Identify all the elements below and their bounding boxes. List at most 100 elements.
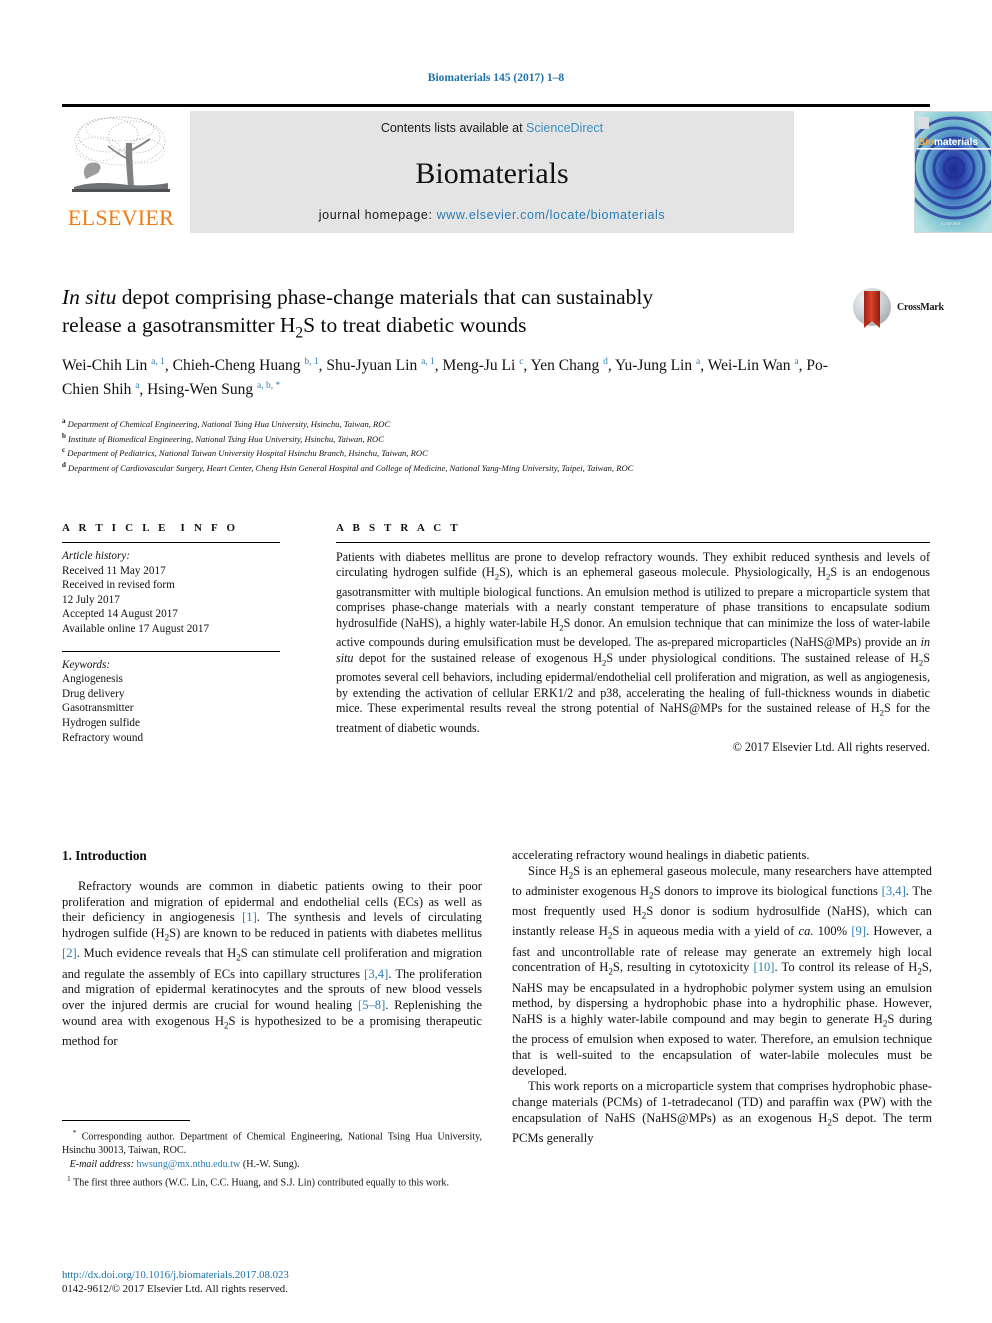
author-name: Yu-Jung Lin a xyxy=(615,357,701,375)
journal-homepage-link[interactable]: www.elsevier.com/locate/biomaterials xyxy=(437,208,666,222)
title-block: In situ depot comprising phase-change ma… xyxy=(62,283,842,347)
footnote-corresponding-author: * Corresponding author. Department of Ch… xyxy=(62,1128,482,1156)
affiliation-marker: b xyxy=(62,431,66,440)
journal-cover-thumbnail: Bio materials ELSEVIER xyxy=(914,111,992,233)
abstract-text: Patients with diabetes mellitus are pron… xyxy=(336,550,930,735)
elsevier-wordmark: ELSEVIER xyxy=(67,205,175,230)
author-name: Yen Chang d xyxy=(530,357,608,375)
affiliation-item: b Institute of Biomedical Engineering, N… xyxy=(62,431,384,444)
affiliation-marker: d xyxy=(62,460,66,469)
crossmark-ribbon-icon xyxy=(864,291,880,328)
affiliation-marker: a xyxy=(62,417,66,425)
sciencedirect-banner: Contents lists available at ScienceDirec… xyxy=(190,111,794,233)
footnote-rule xyxy=(62,1120,190,1121)
author-affiliation-marker: d xyxy=(603,357,608,367)
author-affiliation-marker: a xyxy=(794,357,799,367)
email-address-link[interactable]: hwsung@mx.nthu.edu.tw xyxy=(137,1159,241,1170)
keywords-rule xyxy=(62,650,280,652)
copyright-line: © 2017 Elsevier Ltd. All rights reserved… xyxy=(732,739,930,754)
affiliation-item: c Department of Pediatrics, National Tai… xyxy=(62,446,428,459)
abstract-heading: A B S T R A C T xyxy=(336,522,461,534)
body-paragraph: This work reports on a microparticle sys… xyxy=(512,1079,932,1145)
body-paragraph: Refractory wounds are common in diabetic… xyxy=(62,879,482,1048)
keywords-lines: Angiogenesis Drug delivery Gasotransmitter… xyxy=(62,673,143,743)
keywords-block: Keywords: Angiogenesis Drug delivery Gasot… xyxy=(62,658,280,746)
author-affiliation-marker: a, 1 xyxy=(421,357,435,367)
title-subscript: 2 xyxy=(295,324,304,342)
author-name: Shu-Jyuan Lin a, 1 xyxy=(326,357,435,375)
title-line2-pre: release a gasotransmitter H xyxy=(62,313,296,337)
section-heading-introduction: 1. Introduction xyxy=(62,848,147,863)
author-name: Chieh-Cheng Huang b, 1 xyxy=(172,357,319,375)
author-affiliation-marker: a, b, * xyxy=(257,381,281,392)
svg-text:materials: materials xyxy=(934,137,978,148)
title-rest-line1: depot comprising phase-change materials … xyxy=(116,285,654,309)
running-head: Biomaterials 145 (2017) 1–8 xyxy=(427,72,565,84)
affiliation-item: d Department of Cardiovascular Surgery, … xyxy=(62,460,634,473)
body-paragraph: accelerating refractory wound healings i… xyxy=(512,848,810,862)
title-line2-post: S to treat diabetic wounds xyxy=(303,313,527,337)
body-column-right: accelerating refractory wound healings i… xyxy=(512,848,932,1147)
email-address-label: E-mail address: xyxy=(69,1158,134,1170)
article-history-label: Article history: xyxy=(62,550,131,562)
footnotes-block: * Corresponding author. Department of Ch… xyxy=(62,1120,482,1191)
affiliation-item: a Department of Chemical Engineering, Na… xyxy=(62,417,391,429)
title-italic-lead: In situ xyxy=(62,285,117,309)
sciencedirect-link[interactable]: ScienceDirect xyxy=(526,121,603,135)
issn-copyright-line: 0142-9612/© 2017 Elsevier Ltd. All right… xyxy=(62,1283,288,1295)
doi-link[interactable]: http://dx.doi.org/10.1016/j.biomaterials… xyxy=(62,1268,482,1282)
svg-text:Bio: Bio xyxy=(918,137,934,148)
author-affiliation-marker: a, 1 xyxy=(151,357,165,367)
author-affiliation-marker: c xyxy=(519,357,524,367)
contents-line: Contents lists available at ScienceDirec… xyxy=(190,121,794,135)
body-paragraph: Since H2S is an ephemeral gaseous molecu… xyxy=(512,863,932,1078)
crossmark-icon xyxy=(853,288,891,328)
journal-title: Biomaterials xyxy=(415,157,569,190)
svg-text:ELSEVIER: ELSEVIER xyxy=(941,221,961,226)
author-name: Wei-Lin Wan a xyxy=(707,357,799,375)
affiliation-list: a Department of Chemical Engineering, Na… xyxy=(62,416,942,475)
footnote-email: E-mail address: hwsung@mx.nthu.edu.tw (H… xyxy=(62,1158,482,1171)
keywords-label: Keywords: xyxy=(62,658,111,671)
article-history-line: Received in revised form xyxy=(62,579,175,592)
email-address-suffix: (H.-W. Sung). xyxy=(242,1158,300,1170)
article-history-line: 12 July 2017 xyxy=(62,593,120,606)
paper-page: Biomaterials 145 (2017) 1–8 ELSEVIER Con… xyxy=(0,0,992,1323)
elsevier-tree-icon xyxy=(68,113,174,205)
crossmark-badge[interactable]: CrossMark xyxy=(853,288,944,328)
article-info-rule xyxy=(62,542,280,543)
elsevier-logo: ELSEVIER xyxy=(62,111,180,233)
article-history-lines: Received 11 May 2017 Received in revised … xyxy=(62,565,209,635)
author-name: Hsing-Wen Sung a, b, * xyxy=(147,381,281,399)
article-history-line: Received 11 May 2017 xyxy=(62,564,166,577)
abstract-column: A B S T R A C T Patients with diabetes m… xyxy=(336,522,930,755)
journal-masthead: ELSEVIER Contents lists available at Sci… xyxy=(62,104,992,237)
keyword-item: Angiogenesis xyxy=(62,673,123,686)
author-affiliation-marker: a xyxy=(695,357,701,367)
author-name: Wei-Chih Lin a, 1 xyxy=(62,357,165,375)
keyword-item: Gasotransmitter xyxy=(62,702,134,715)
keyword-item: Drug delivery xyxy=(62,687,125,700)
homepage-prefix: journal homepage: xyxy=(318,208,437,222)
doi-block: http://dx.doi.org/10.1016/j.biomaterials… xyxy=(62,1268,482,1296)
article-history-line: Available online 17 August 2017 xyxy=(62,622,210,635)
author-affiliation-marker: a xyxy=(135,381,140,392)
keyword-item: Hydrogen sulfide xyxy=(62,716,140,729)
author-list: Wei-Chih Lin a, 1, Chieh-Cheng Huang b, … xyxy=(62,357,828,399)
author-name: Meng-Ju Li c xyxy=(442,357,524,375)
article-history-line: Accepted 14 August 2017 xyxy=(62,608,178,621)
page-title: In situ depot comprising phase-change ma… xyxy=(62,283,842,347)
article-history: Article history: Received 11 May 2017 Rec… xyxy=(62,549,280,637)
body-right-paragraphs: accelerating refractory wound healings i… xyxy=(512,848,932,1147)
footnote-equal-contribution: 1 The first three authors (W.C. Lin, C.C… xyxy=(67,1173,449,1189)
journal-homepage-line: journal homepage: www.elsevier.com/locat… xyxy=(190,208,794,222)
crossmark-label: CrossMark xyxy=(897,302,944,313)
affiliation-marker: c xyxy=(62,446,66,455)
author-affiliation-marker: b, 1 xyxy=(304,357,319,367)
article-info-heading: A R T I C L E I N F O xyxy=(62,522,239,534)
body-column-left: 1. Introduction Refractory wounds are co… xyxy=(62,848,482,1050)
keyword-item: Refractory wound xyxy=(62,731,144,744)
article-info-column: A R T I C L E I N F O Article history: R… xyxy=(62,522,280,745)
contents-prefix: Contents lists available at xyxy=(380,121,527,135)
body-left-paragraphs: Refractory wounds are common in diabetic… xyxy=(62,879,482,1050)
